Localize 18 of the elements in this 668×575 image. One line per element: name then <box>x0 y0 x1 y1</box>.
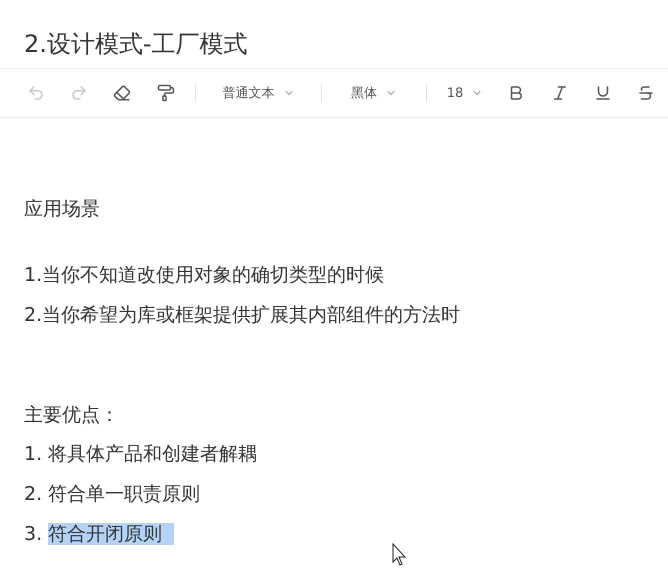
list-item: 1.当你不知道改使用对象的确切类型的时候 <box>24 263 386 288</box>
list-item: 3. 符合开闭原则 <box>24 521 644 547</box>
list-item: 2.当你希望为库或框架提供扩展其内部组件的方法时 <box>24 303 462 328</box>
undo-icon <box>26 84 45 102</box>
redo-icon <box>70 84 88 102</box>
paragraph-style-dropdown[interactable]: 普通文本 <box>204 78 313 108</box>
underline-icon <box>594 84 612 102</box>
paint-roller-icon <box>156 84 175 102</box>
font-dropdown[interactable]: 黑体 <box>330 78 418 108</box>
mouse-pointer-icon <box>392 543 406 567</box>
list-item: 2. 符合单一职责原则 <box>24 482 202 507</box>
eraser-icon <box>113 84 132 102</box>
list-item: 1. 将具体产品和创建者解耦 <box>24 442 258 467</box>
font-size-dropdown[interactable]: 18 <box>435 78 495 108</box>
section-heading: 主要优点： <box>24 403 120 428</box>
strikethrough-icon <box>637 84 656 102</box>
section-heading: 应用场景 <box>24 197 101 222</box>
document-title: 2.设计模式-工厂模式 <box>23 29 249 60</box>
